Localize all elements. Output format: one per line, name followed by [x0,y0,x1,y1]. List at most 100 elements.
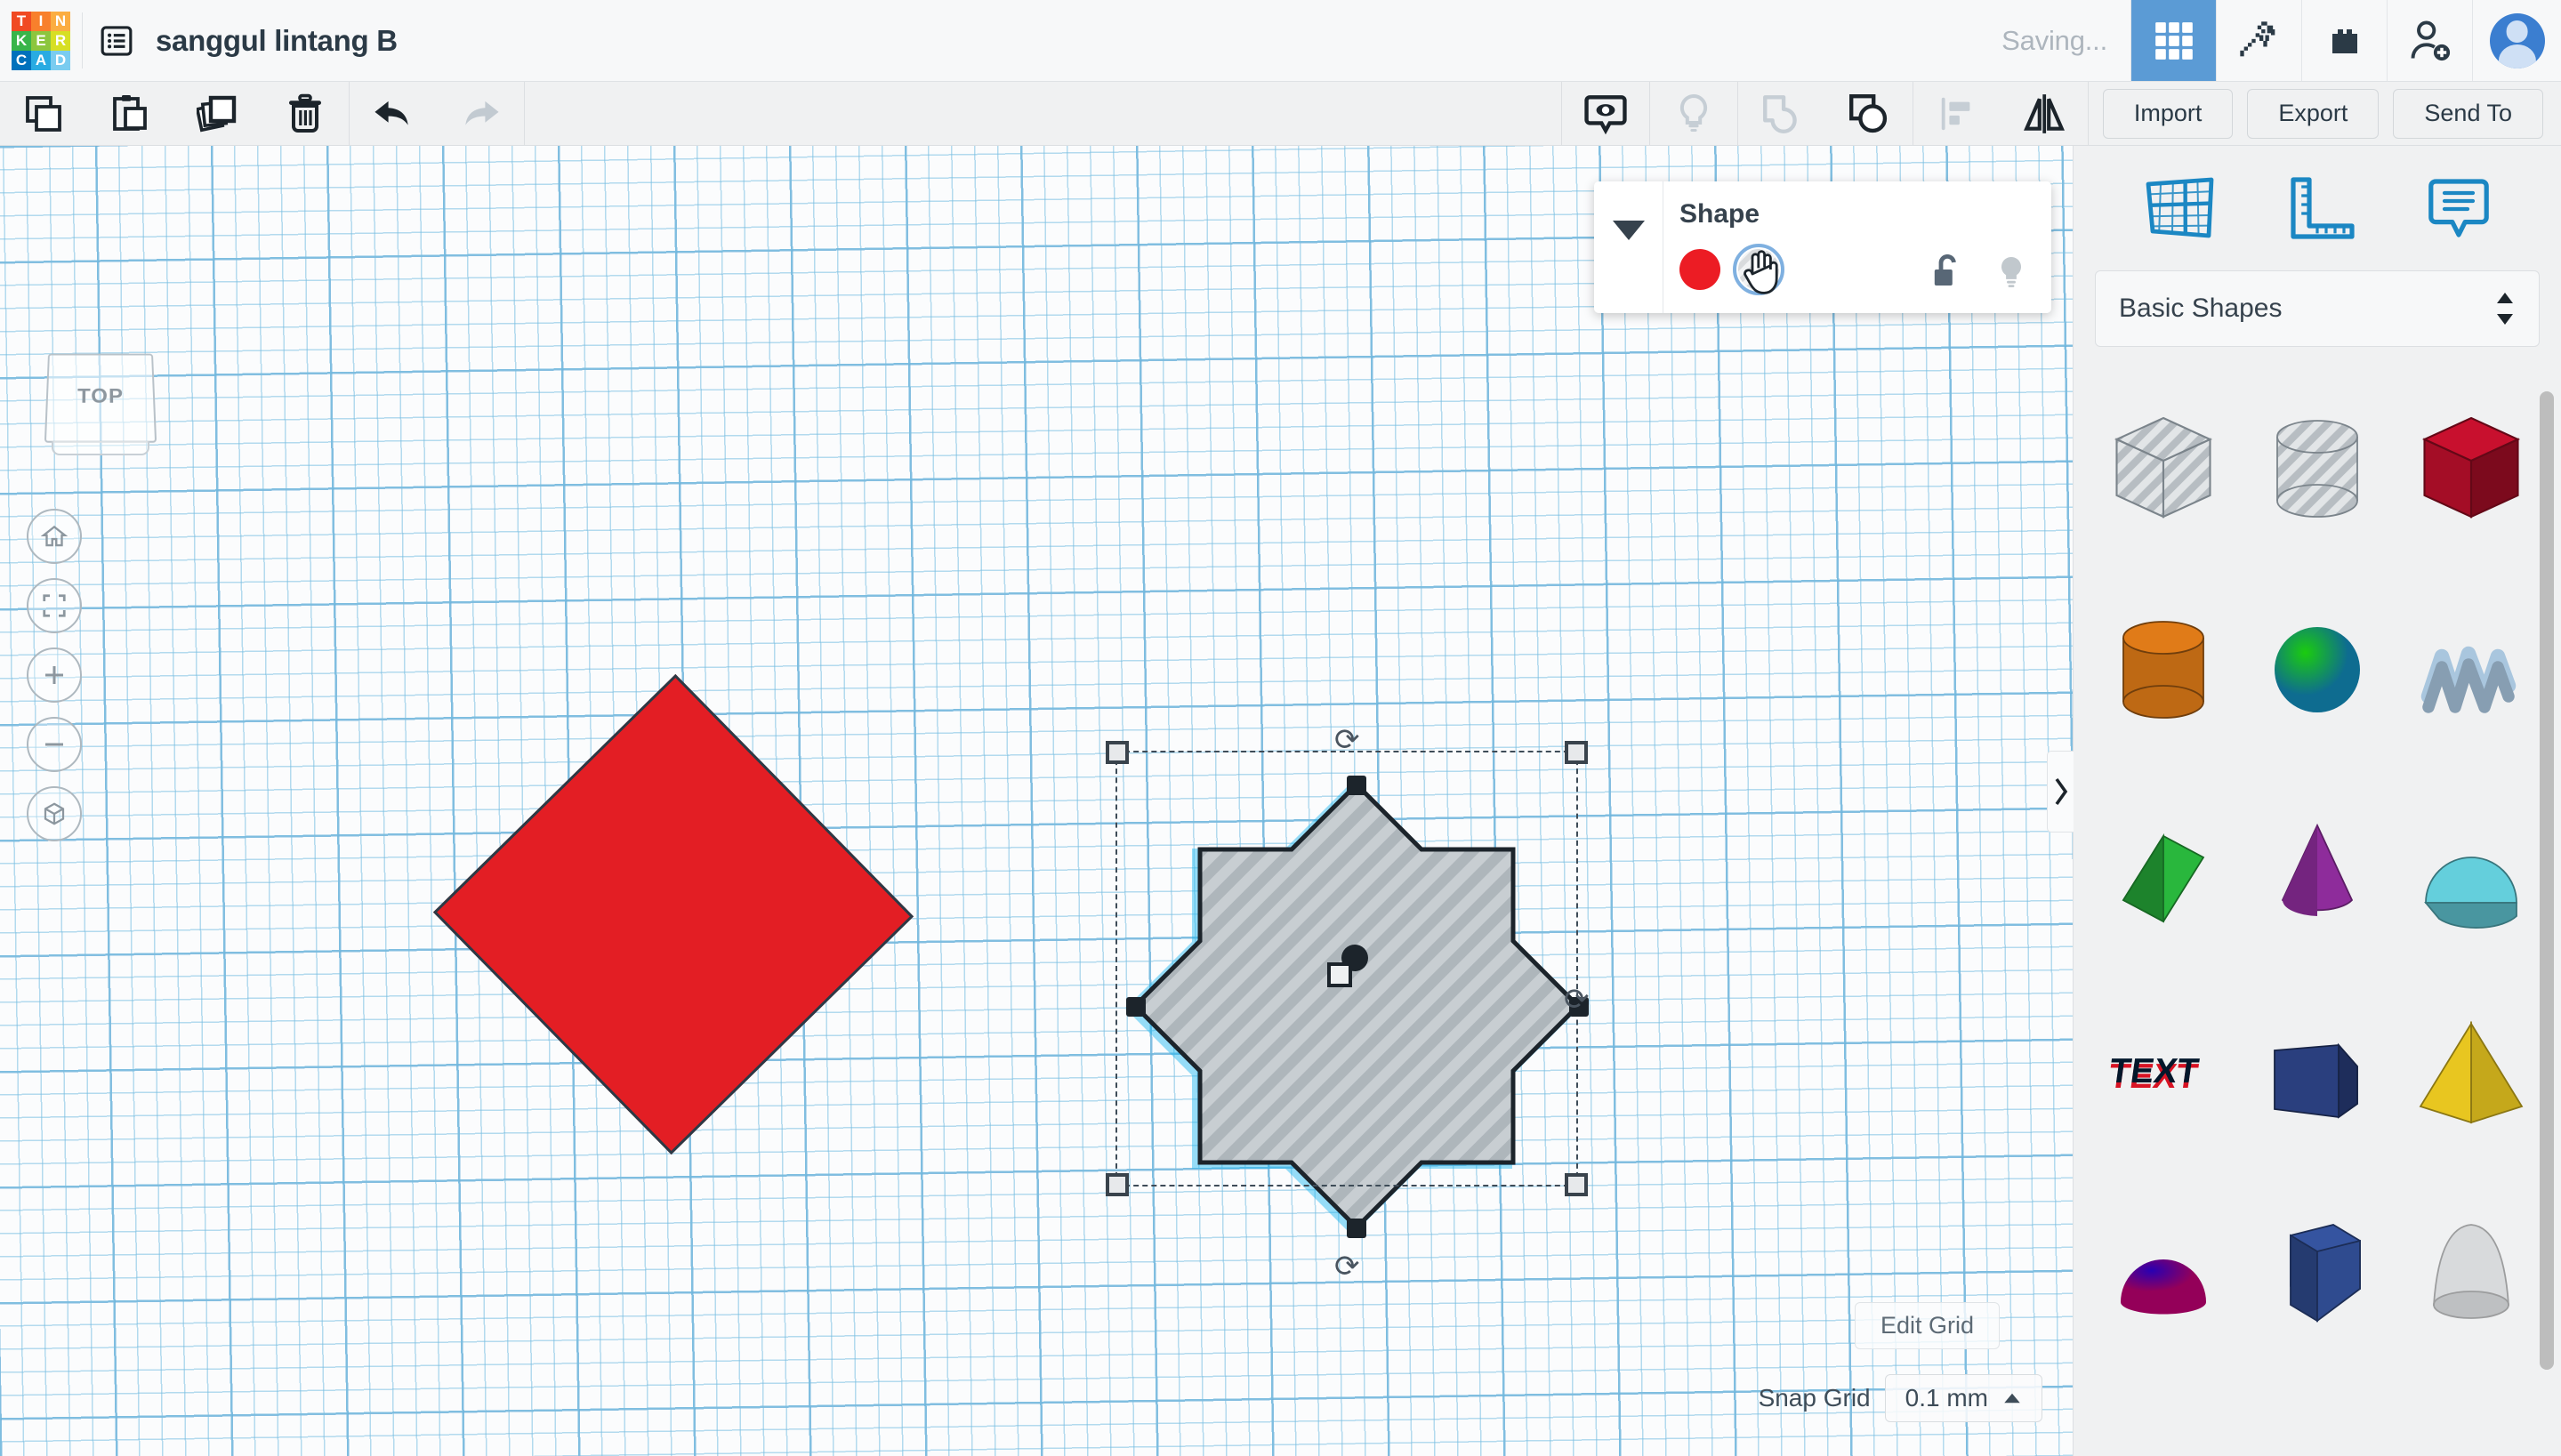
text-shape[interactable]: TEXT TEXT [2086,971,2240,1172]
chevron-up-icon [2004,1393,2020,1404]
logo-tile: K [12,30,31,51]
sidebar-scrollbar[interactable] [2540,391,2554,1370]
unlocked-padlock-icon[interactable] [1930,253,1966,297]
logo-tile: C [12,50,31,70]
rotate-handle-bottom[interactable]: ⟳ [1334,1249,1360,1284]
gallery-grid-button[interactable] [2130,0,2216,81]
half-sphere-shape[interactable] [2086,1172,2240,1373]
document-title[interactable]: sanggul lintang B [150,0,398,81]
hole-swatch-inner [1738,249,1779,290]
logo-tile: E [31,30,51,51]
ruler-tab[interactable] [2286,176,2357,240]
snap-grid-control: Snap Grid 0.1 mm [1759,1374,2042,1422]
sidebar-tabs [2074,146,2561,270]
chevron-down-icon [1612,221,1645,240]
shape-gallery: TEXT TEXT [2074,368,2561,1418]
mirror-button[interactable] [2001,82,2088,145]
stepper-arrows-icon [2497,293,2513,325]
ungroup-button[interactable] [1825,82,1913,145]
shape-category-label: Basic Shapes [2119,294,2283,323]
tube-ring-shape[interactable] [2240,1373,2394,1418]
roof-shape[interactable] [2086,770,2240,971]
logo-tile: T [12,11,31,31]
shape-properties-panel[interactable]: Shape [1594,181,2051,313]
zoom-in-button[interactable] [27,648,82,703]
user-avatar[interactable] [2472,0,2561,81]
box-shape[interactable] [2395,368,2549,569]
torus-shape[interactable] [2086,1373,2240,1418]
undo-button[interactable] [350,82,437,145]
tube-shape[interactable] [2395,770,2549,971]
fit-view-button[interactable] [27,578,82,633]
delete-button[interactable] [262,82,349,145]
edge-handle-left[interactable] [1126,997,1146,1017]
group-button[interactable] [1738,82,1825,145]
tinkercad-logo[interactable]: TINKERCAD [0,0,82,81]
polygon-shape[interactable] [2240,1172,2394,1373]
ortho-toggle-button[interactable] [27,786,82,841]
snap-grid-value: 0.1 mm [1905,1384,1988,1412]
solid-color-swatch[interactable] [1679,249,1720,290]
note-tab[interactable] [2427,176,2491,240]
shape-panel-actions [1930,253,2028,297]
rotate-handle-right[interactable]: ⟳ [1564,982,1590,1018]
cylinder-shape[interactable] [2086,569,2240,770]
save-status: Saving... [2001,24,2107,56]
logo-tile: D [51,50,70,70]
home-view-button[interactable] [27,509,82,564]
center-handle[interactable] [1327,962,1352,987]
minecraft-button[interactable] [2216,0,2301,81]
view-cube-base [52,441,149,455]
resize-handle-bl[interactable] [1106,1173,1129,1196]
scribble-shape[interactable] [2395,569,2549,770]
hint-button[interactable] [1650,82,1737,145]
export-button[interactable]: Export [2247,88,2380,139]
edit-grid-button[interactable]: Edit Grid [1854,1302,2000,1349]
blocks-button[interactable] [2301,0,2387,81]
resize-handle-tl[interactable] [1106,741,1129,764]
invite-button[interactable] [2387,0,2472,81]
edge-handle-bottom[interactable] [1347,1219,1366,1238]
sphere-shape[interactable] [2240,569,2394,770]
logo-tile: A [31,50,51,70]
lightbulb-icon[interactable] [1994,253,2028,297]
duplicate-button[interactable] [174,82,262,145]
svg-text:TEXT: TEXT [2106,1052,2201,1090]
shapes-sidebar: Basic Shapes TEXT TEXT [2047,146,2561,1456]
snap-grid-select[interactable]: 0.1 mm [1884,1374,2042,1422]
cylinder-hole-shape[interactable] [2240,368,2394,569]
resize-handle-tr[interactable] [1565,741,1588,764]
shape-category-select[interactable]: Basic Shapes [2095,270,2540,347]
paste-button[interactable] [87,82,174,145]
logo-tile: R [51,30,70,51]
align-button[interactable] [1913,82,2001,145]
paraboloid-shape[interactable] [2395,1172,2549,1373]
view-cube[interactable]: TOP [44,350,157,455]
notes-button[interactable] [1562,82,1649,145]
star-hole-shape[interactable]: ⟳ ⟳ ⟳ [1103,715,1601,1283]
zoom-out-button[interactable] [27,717,82,772]
pyramid-shape[interactable] [2395,971,2549,1172]
hole-swatch[interactable] [1733,244,1784,295]
copy-button[interactable] [0,82,87,145]
workplane-canvas[interactable]: TOP ⟳ ⟳ ⟳ Edit Grid Snap Grid 0.1 mm [0,146,2073,1456]
box-hole-shape[interactable] [2086,368,2240,569]
heart-shape[interactable] [2395,1373,2549,1418]
shape-panel-title: Shape [1679,199,1760,229]
resize-handle-br[interactable] [1565,1173,1588,1196]
view-nav-buttons [27,509,82,856]
edge-handle-top[interactable] [1347,776,1366,795]
shape-panel-collapse-button[interactable] [1594,181,1663,313]
view-cube-label: TOP [44,353,157,443]
toolbar-divider-7 [2087,82,2089,145]
red-diamond-shape[interactable] [432,673,914,1155]
sidebar-collapse-button[interactable] [2047,751,2074,833]
send-to-button[interactable]: Send To [2393,88,2543,139]
rotate-handle-top[interactable]: ⟳ [1334,722,1360,758]
workplane-tab[interactable] [2144,176,2217,240]
import-button[interactable]: Import [2102,88,2234,139]
cone-shape[interactable] [2240,770,2394,971]
wedge-shape[interactable] [2240,971,2394,1172]
redo-button[interactable] [437,82,524,145]
document-list-icon[interactable] [83,0,150,81]
